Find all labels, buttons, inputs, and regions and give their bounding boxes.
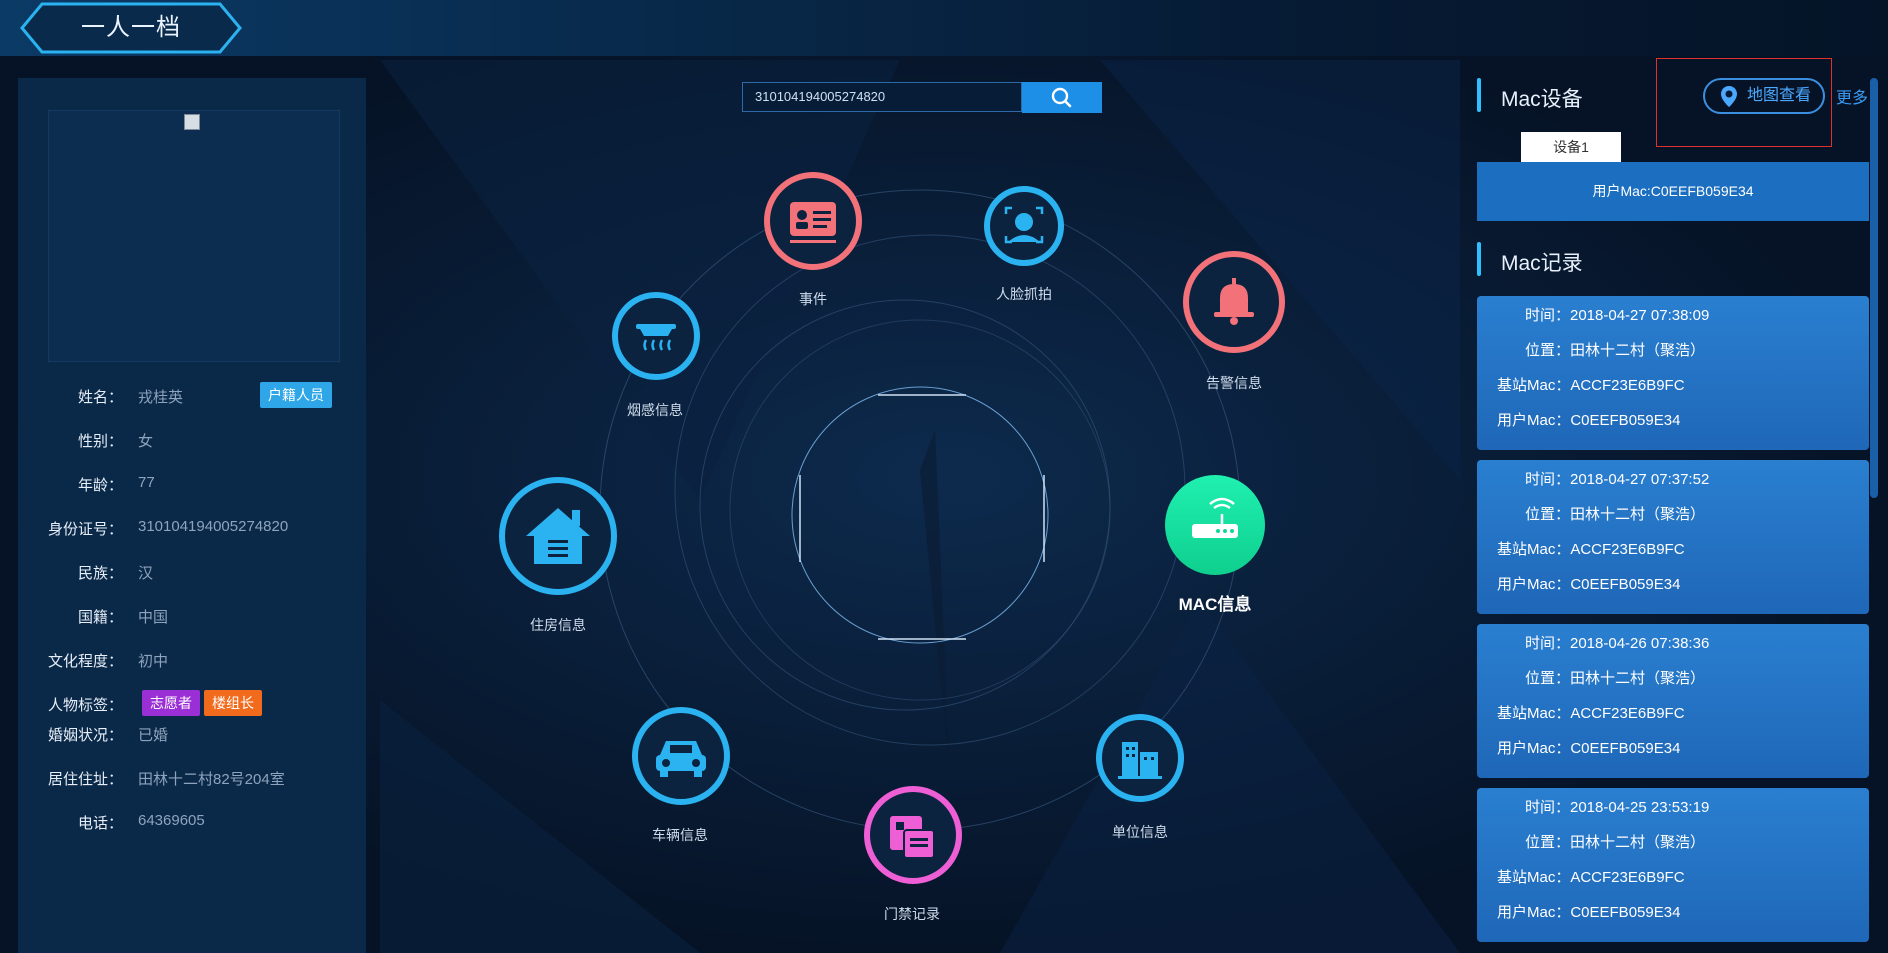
record-location: 位置：田林十二村（聚浩） bbox=[1525, 506, 1706, 523]
map-pin-icon bbox=[1721, 86, 1737, 107]
info-label: 身份证号： bbox=[47, 521, 123, 538]
mac-record-card[interactable]: 时间：2018-04-25 23:53:19 位置：田林十二村（聚浩） 基站Ma… bbox=[1477, 788, 1869, 942]
search-icon bbox=[1051, 87, 1072, 108]
info-label: 姓名： bbox=[77, 389, 123, 406]
smoke-sensor-label: 烟感信息 bbox=[627, 402, 683, 418]
info-value: 已婚 bbox=[138, 727, 169, 744]
info-label: 居住住址： bbox=[47, 771, 123, 788]
info-row-ethnicity: 民族： 汉 bbox=[18, 562, 366, 586]
record-base-mac: 基站Mac：ACCF23E6B9FC bbox=[1497, 869, 1685, 886]
record-time: 时间：2018-04-26 07:38:36 bbox=[1525, 635, 1710, 652]
smoke-sensor-node[interactable] bbox=[610, 290, 702, 382]
record-location: 位置：田林十二村（聚浩） bbox=[1525, 834, 1706, 851]
mac-info-node[interactable] bbox=[1162, 472, 1268, 578]
record-base-mac: 基站Mac：ACCF23E6B9FC bbox=[1497, 377, 1685, 394]
mac-record-card[interactable]: 时间：2018-04-27 07:38:09 位置：田林十二村（聚浩） 基站Ma… bbox=[1477, 296, 1869, 450]
access-record-label: 门禁记录 bbox=[884, 906, 940, 922]
right-panel-scrollbar[interactable] bbox=[1870, 78, 1878, 498]
info-value: 汉 bbox=[138, 565, 154, 582]
info-row-marital: 婚姻状况： 已婚 bbox=[18, 724, 366, 748]
vehicle-info-node[interactable] bbox=[630, 705, 732, 807]
housing-info-label: 住房信息 bbox=[530, 617, 586, 633]
record-location: 位置：田林十二村（聚浩） bbox=[1525, 342, 1706, 359]
record-base-mac: 基站Mac：ACCF23E6B9FC bbox=[1497, 705, 1685, 722]
info-row-address: 居住住址： 田林十二村82号204室 bbox=[18, 768, 366, 792]
person-info-panel: 姓名： 戎桂英 户籍人员 性别： 女 年龄： 77 身份证号： 31010419… bbox=[18, 78, 366, 953]
mac-device-title: Mac设备 bbox=[1501, 88, 1583, 111]
info-row-gender: 性别： 女 bbox=[18, 430, 366, 454]
info-label: 人物标签： bbox=[47, 697, 123, 714]
tag-building-leader: 楼组长 bbox=[204, 690, 262, 716]
mac-info-label: MAC信息 bbox=[1178, 595, 1252, 614]
household-badge: 户籍人员 bbox=[260, 382, 332, 408]
info-value: 310104194005274820 bbox=[138, 518, 289, 535]
info-label: 婚姻状况： bbox=[47, 727, 123, 744]
record-location: 位置：田林十二村（聚浩） bbox=[1525, 670, 1706, 687]
event-label: 事件 bbox=[799, 291, 827, 307]
info-label: 国籍： bbox=[77, 609, 123, 626]
mac-records-title: Mac记录 bbox=[1501, 252, 1583, 275]
info-label: 性别： bbox=[77, 433, 123, 450]
tag-volunteer: 志愿者 bbox=[142, 690, 200, 716]
mac-record-card[interactable]: 时间：2018-04-26 07:38:36 位置：田林十二村（聚浩） 基站Ma… bbox=[1477, 624, 1869, 778]
record-time: 时间：2018-04-27 07:37:52 bbox=[1525, 471, 1710, 488]
info-row-id-number: 身份证号： 310104194005274820 bbox=[18, 518, 366, 542]
info-value: 中国 bbox=[138, 609, 169, 626]
info-row-nationality: 国籍： 中国 bbox=[18, 606, 366, 630]
record-user-mac: 用户Mac：C0EEFB059E34 bbox=[1497, 740, 1681, 757]
broken-image-icon bbox=[184, 114, 200, 130]
access-record-node[interactable] bbox=[862, 784, 964, 886]
event-node[interactable] bbox=[762, 170, 864, 272]
mac-record-card[interactable]: 时间：2018-04-27 07:37:52 位置：田林十二村（聚浩） 基站Ma… bbox=[1477, 460, 1869, 614]
search-button[interactable] bbox=[1022, 82, 1102, 113]
search-input[interactable]: 310104194005274820 bbox=[742, 82, 1022, 112]
info-row-education: 文化程度： 初中 bbox=[18, 650, 366, 674]
map-view-label: 地图查看 bbox=[1747, 87, 1812, 104]
person-photo bbox=[48, 110, 340, 362]
unit-info-label: 单位信息 bbox=[1112, 824, 1168, 840]
info-label: 电话： bbox=[77, 815, 123, 832]
info-label: 文化程度： bbox=[47, 653, 123, 670]
mac-device-section-bar bbox=[1477, 78, 1481, 112]
alarm-label: 告警信息 bbox=[1206, 375, 1262, 391]
header-bar bbox=[0, 0, 1888, 56]
unit-info-node[interactable] bbox=[1094, 712, 1186, 804]
record-user-mac: 用户Mac：C0EEFB059E34 bbox=[1497, 576, 1681, 593]
info-label: 民族： bbox=[77, 565, 123, 582]
housing-info-node[interactable] bbox=[496, 474, 620, 598]
info-row-phone: 电话： 64369605 bbox=[18, 812, 366, 836]
record-time: 时间：2018-04-27 07:38:09 bbox=[1525, 307, 1710, 324]
record-base-mac: 基站Mac：ACCF23E6B9FC bbox=[1497, 541, 1685, 558]
info-value: 77 bbox=[138, 474, 155, 491]
tab-device-1[interactable]: 设备1 bbox=[1521, 132, 1621, 162]
info-value: 64369605 bbox=[138, 812, 205, 829]
info-value: 田林十二村82号204室 bbox=[138, 771, 285, 788]
record-user-mac: 用户Mac：C0EEFB059E34 bbox=[1497, 412, 1681, 429]
alarm-node[interactable] bbox=[1180, 248, 1288, 356]
page-title: 一人一档 bbox=[81, 14, 181, 41]
record-time: 时间：2018-04-25 23:53:19 bbox=[1525, 799, 1710, 816]
info-value: 女 bbox=[138, 433, 154, 450]
map-view-button[interactable]: 地图查看 bbox=[1703, 78, 1825, 114]
record-user-mac: 用户Mac：C0EEFB059E34 bbox=[1497, 904, 1681, 921]
info-value: 初中 bbox=[138, 653, 169, 670]
user-mac-bar: 用户Mac:C0EEFB059E34 bbox=[1477, 162, 1869, 221]
face-capture-node[interactable] bbox=[982, 184, 1066, 268]
mac-records-section-bar bbox=[1477, 242, 1481, 276]
info-value: 戎桂英 bbox=[138, 389, 184, 406]
vehicle-info-label: 车辆信息 bbox=[652, 827, 708, 843]
face-capture-label: 人脸抓拍 bbox=[996, 286, 1052, 302]
info-label: 年龄： bbox=[77, 477, 123, 494]
info-row-age: 年龄： 77 bbox=[18, 474, 366, 498]
more-link[interactable]: 更多 bbox=[1836, 84, 1868, 108]
